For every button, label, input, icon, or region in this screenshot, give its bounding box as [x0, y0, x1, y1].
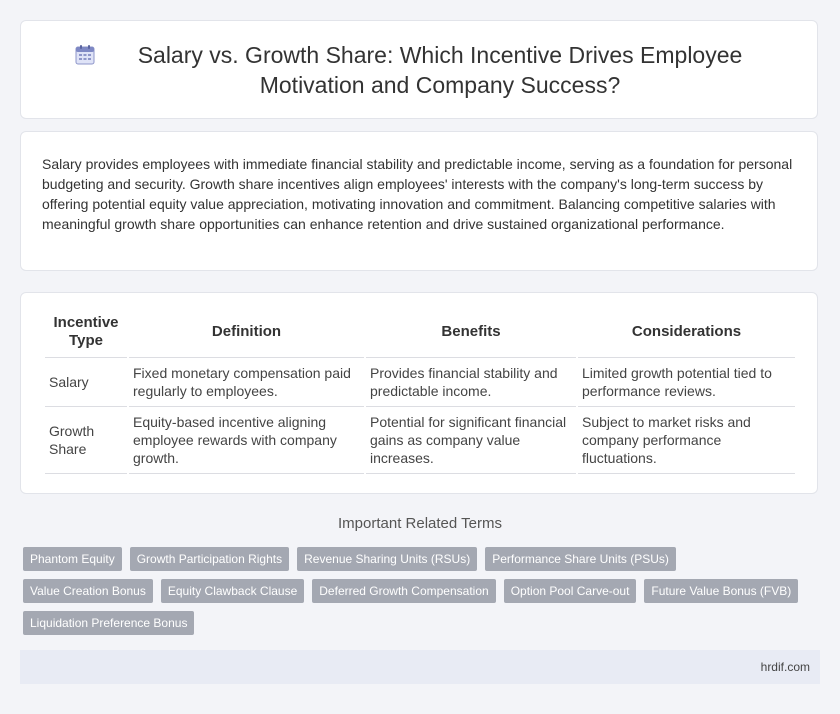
cell-benefits: Potential for significant financial gain… — [366, 407, 576, 474]
comparison-table: Incentive Type Definition Benefits Consi… — [43, 306, 797, 474]
header-benefits: Benefits — [366, 306, 576, 358]
cell-incentive-type: Salary — [45, 358, 127, 407]
intro-paragraph: Salary provides employees with immediate… — [42, 156, 793, 232]
header-definition: Definition — [129, 306, 364, 358]
footer-site-link[interactable]: hrdif.com — [761, 660, 810, 674]
cell-definition: Equity-based incentive aligning employee… — [129, 407, 364, 474]
header-incentive-type: Incentive Type — [45, 306, 127, 358]
related-term-tag[interactable]: Revenue Sharing Units (RSUs) — [297, 547, 478, 571]
cell-considerations: Subject to market risks and company perf… — [578, 407, 795, 474]
cell-benefits: Provides financial stability and predict… — [366, 358, 576, 407]
cell-incentive-type: Growth Share — [45, 407, 127, 474]
page-title: Salary vs. Growth Share: Which Incentive… — [137, 41, 743, 98]
cell-considerations: Limited growth potential tied to perform… — [578, 358, 795, 407]
cell-definition: Fixed monetary compensation paid regular… — [129, 358, 364, 407]
table-row: Salary Fixed monetary compensation paid … — [45, 358, 795, 407]
calendar-icon — [75, 44, 95, 64]
header-considerations: Considerations — [578, 306, 795, 358]
related-term-tag[interactable]: Growth Participation Rights — [129, 547, 290, 571]
related-term-tag[interactable]: Future Value Bonus (FVB) — [644, 579, 799, 603]
related-term-tag[interactable]: Deferred Growth Compensation — [312, 579, 496, 603]
related-term-tag[interactable]: Value Creation Bonus — [23, 579, 153, 603]
title-card: Salary vs. Growth Share: Which Incentive… — [20, 20, 818, 119]
related-term-tag[interactable]: Equity Clawback Clause — [160, 579, 305, 603]
related-term-tag[interactable]: Performance Share Units (PSUs) — [485, 547, 676, 571]
table-row: Growth Share Equity-based incentive alig… — [45, 407, 795, 474]
related-term-tag[interactable]: Option Pool Carve-out — [503, 579, 637, 603]
footer: hrdif.com — [20, 650, 820, 684]
intro-card: Salary provides employees with immediate… — [20, 131, 818, 271]
related-term-tag[interactable]: Phantom Equity — [23, 547, 122, 571]
related-terms-list: Phantom Equity Growth Participation Righ… — [23, 547, 813, 635]
related-terms-heading: Important Related Terms — [338, 515, 502, 532]
table-card: Incentive Type Definition Benefits Consi… — [20, 292, 818, 494]
related-term-tag[interactable]: Liquidation Preference Bonus — [23, 611, 195, 635]
table-header-row: Incentive Type Definition Benefits Consi… — [45, 306, 795, 358]
